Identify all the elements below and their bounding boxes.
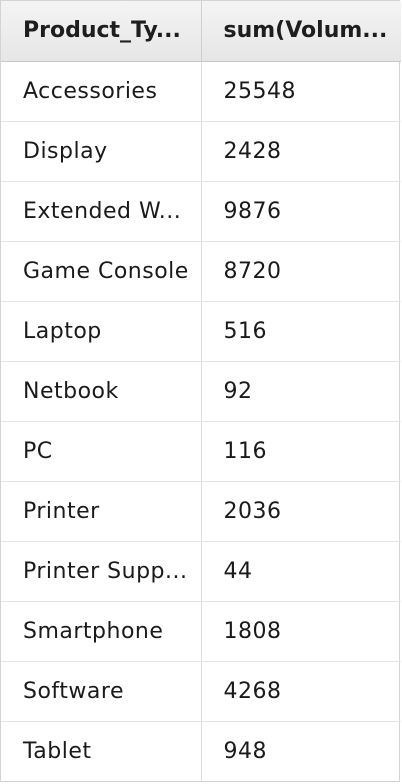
cell-product-type[interactable]: Smartphone	[1, 601, 202, 662]
cell-sum-volume[interactable]: 1808	[201, 601, 401, 662]
cell-sum-volume[interactable]: 516	[201, 301, 401, 362]
data-table: Product_Ty... sum(Volum... Accessories 2…	[1, 1, 401, 781]
column-header-sum-volume[interactable]: sum(Volum...	[201, 1, 401, 62]
column-header-product-type[interactable]: Product_Ty...	[1, 1, 202, 62]
cell-product-type[interactable]: Printer Supp...	[1, 541, 202, 602]
cell-sum-volume[interactable]: 2036	[201, 481, 401, 542]
table-row[interactable]: Extended W... 9876	[1, 181, 401, 242]
cell-product-type[interactable]: Accessories	[1, 61, 202, 122]
table-row[interactable]: PC 116	[1, 421, 401, 482]
cell-product-type[interactable]: Printer	[1, 481, 202, 542]
table-row[interactable]: Laptop 516	[1, 301, 401, 362]
header-row: Product_Ty... sum(Volum...	[1, 1, 401, 62]
table-row[interactable]: Printer 2036	[1, 481, 401, 542]
cell-product-type[interactable]: Display	[1, 121, 202, 182]
table-row[interactable]: Smartphone 1808	[1, 601, 401, 662]
cell-product-type[interactable]: Laptop	[1, 301, 202, 362]
cell-product-type[interactable]: Software	[1, 661, 202, 722]
table-header: Product_Ty... sum(Volum...	[1, 1, 401, 62]
cell-sum-volume[interactable]: 116	[201, 421, 401, 482]
table-row[interactable]: Accessories 25548	[1, 61, 401, 122]
table-body: Accessories 25548 Display 2428 Extended …	[1, 61, 401, 781]
cell-product-type[interactable]: Tablet	[1, 721, 202, 781]
cell-sum-volume[interactable]: 948	[201, 721, 401, 781]
table-row[interactable]: Display 2428	[1, 121, 401, 182]
table-row[interactable]: Tablet 948	[1, 721, 401, 781]
cell-sum-volume[interactable]: 44	[201, 541, 401, 602]
cell-sum-volume[interactable]: 8720	[201, 241, 401, 302]
table-row[interactable]: Netbook 92	[1, 361, 401, 422]
cell-sum-volume[interactable]: 25548	[201, 61, 401, 122]
cell-product-type[interactable]: Extended W...	[1, 181, 202, 242]
table-row[interactable]: Game Console 8720	[1, 241, 401, 302]
cell-product-type[interactable]: Netbook	[1, 361, 202, 422]
table-row[interactable]: Software 4268	[1, 661, 401, 722]
cell-sum-volume[interactable]: 92	[201, 361, 401, 422]
cell-product-type[interactable]: PC	[1, 421, 202, 482]
table-row[interactable]: Printer Supp... 44	[1, 541, 401, 602]
cell-sum-volume[interactable]: 4268	[201, 661, 401, 722]
data-table-container: Product_Ty... sum(Volum... Accessories 2…	[0, 0, 401, 782]
cell-sum-volume[interactable]: 2428	[201, 121, 401, 182]
cell-sum-volume[interactable]: 9876	[201, 181, 401, 242]
cell-product-type[interactable]: Game Console	[1, 241, 202, 302]
